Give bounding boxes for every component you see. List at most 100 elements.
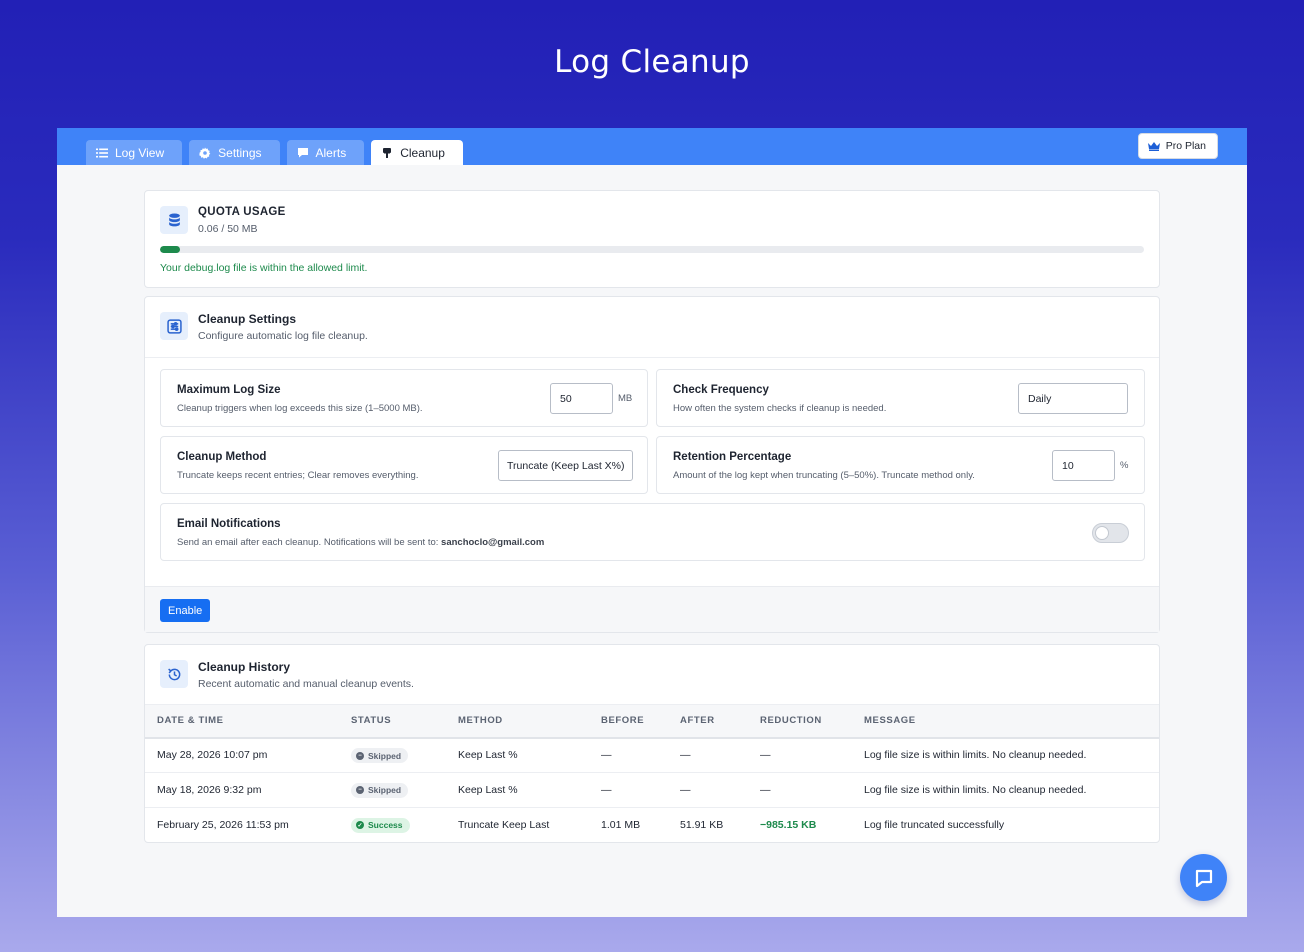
cell-message: Log file size is within limits. No clean… — [852, 772, 1159, 808]
cleanup-settings-card: Cleanup Settings Configure automatic log… — [144, 296, 1160, 633]
pro-plan-button[interactable]: Pro Plan — [1137, 133, 1218, 159]
database-icon — [160, 206, 188, 234]
cell-status: − Skipped — [339, 737, 446, 773]
cell-reduction: — — [748, 737, 852, 773]
retention-percentage-input[interactable]: 10 — [1052, 450, 1115, 481]
column-header: STATUS — [339, 704, 446, 739]
minus-icon: − — [356, 786, 364, 795]
cell-message: Log file size is within limits. No clean… — [852, 737, 1159, 773]
status-badge: − Skipped — [351, 782, 409, 798]
cell-before: — — [589, 772, 668, 808]
quota-usage: 0.06 / 50 MB — [198, 223, 258, 235]
cell-before: 1.01 MB — [601, 819, 641, 832]
cell-before: — — [589, 737, 668, 773]
setting-title: Maximum Log Size — [177, 384, 281, 396]
cleanup-history-title: Cleanup History — [198, 660, 291, 674]
cell-message: Log file truncated successfully — [864, 819, 1005, 832]
cell-method: Truncate Keep Last — [458, 819, 550, 832]
cell-date: May 18, 2026 9:32 pm — [145, 772, 339, 808]
crown-icon — [1147, 142, 1160, 151]
setting-title: Email Notifications — [177, 518, 281, 530]
check-frequency-setting: Check Frequency How often the system che… — [656, 369, 1145, 427]
tab-cleanup[interactable]: Cleanup — [371, 140, 463, 165]
tab-settings[interactable]: Settings — [189, 140, 280, 165]
cell-after: — — [668, 737, 748, 773]
setting-description: Truncate keeps recent entries; Clear rem… — [177, 470, 419, 481]
email-address: sanchoclo@gmail.com — [441, 537, 545, 548]
unit-label: MB — [618, 393, 633, 404]
cleanup-history-subtitle: Recent automatic and manual cleanup even… — [198, 678, 414, 690]
cell-after: 51.91 KB — [680, 819, 724, 832]
quota-progress-fill — [160, 246, 180, 253]
email-notifications-toggle[interactable] — [1092, 523, 1129, 543]
column-header: AFTER — [668, 704, 748, 739]
cleanup-settings-subtitle: Configure automatic log file cleanup. — [198, 330, 368, 342]
divider — [145, 357, 1159, 358]
cleanup-method-setting: Cleanup Method Truncate keeps recent ent… — [160, 436, 648, 494]
cell-status: ✓ Success — [339, 808, 446, 843]
max-log-size-setting: Maximum Log Size Cleanup triggers when l… — [160, 369, 648, 427]
cleanup-history-card: Cleanup History Recent automatic and man… — [144, 644, 1160, 843]
setting-description: Send an email after each cleanup. Notifi… — [177, 537, 544, 548]
cell-after: — — [668, 772, 748, 808]
pro-plan-label: Pro Plan — [1165, 140, 1206, 152]
settings-footer: Enable — [145, 586, 1159, 632]
list-icon — [96, 148, 108, 157]
tab-label: Log View — [115, 145, 165, 160]
setting-description: Amount of the log kept when truncating (… — [673, 470, 975, 481]
minus-icon: − — [356, 751, 364, 760]
table-row: February 25, 2026 11:53 pm ✓ Success Trun… — [145, 808, 1159, 843]
chat-icon — [297, 147, 308, 157]
column-header: MESSAGE — [852, 704, 1159, 739]
setting-title: Check Frequency — [673, 384, 769, 396]
tab-alerts[interactable]: Alerts — [286, 140, 365, 165]
history-table: DATE & TIME STATUS METHOD BEFORE AFTER R… — [145, 704, 1159, 843]
cell-date: February 25, 2026 11:53 pm — [157, 819, 289, 832]
email-description-text: Send an email after each cleanup. Notifi… — [177, 537, 439, 548]
status-badge: − Skipped — [351, 748, 409, 763]
tab-log-view[interactable]: Log View — [86, 140, 183, 165]
setting-description: How often the system checks if cleanup i… — [673, 403, 887, 414]
check-frequency-select[interactable]: Daily — [1018, 383, 1128, 414]
quota-title: QUOTA USAGE — [198, 206, 286, 218]
check-icon: ✓ — [356, 821, 364, 830]
app-window: Log View Settings Alerts Cleanup Pro Pla… — [57, 128, 1247, 917]
cell-reduction: — — [748, 772, 852, 808]
help-chat-button[interactable] — [1180, 854, 1227, 901]
table-row: May 28, 2026 10:07 pm − Skipped Keep Last… — [145, 737, 1159, 773]
max-log-size-input[interactable]: 50 — [550, 383, 613, 414]
history-icon — [160, 660, 188, 688]
cell-method: Keep Last % — [446, 737, 589, 773]
table-header-row: DATE & TIME STATUS METHOD BEFORE AFTER R… — [145, 704, 1159, 739]
gear-icon — [199, 147, 211, 159]
broom-icon — [383, 147, 392, 158]
setting-title: Retention Percentage — [673, 451, 792, 463]
column-header: METHOD — [446, 704, 589, 739]
page-hero-title: Log Cleanup — [554, 44, 750, 80]
chat-bubble-icon — [1195, 869, 1212, 887]
cleanup-method-select[interactable]: Truncate (Keep Last X%) — [498, 450, 633, 481]
enable-button[interactable]: Enable — [160, 599, 211, 622]
tab-label: Settings — [218, 145, 262, 160]
setting-description: Cleanup triggers when log exceeds this s… — [177, 403, 423, 414]
cell-date: May 28, 2026 10:07 pm — [145, 737, 339, 773]
status-badge: ✓ Success — [351, 817, 410, 833]
retention-percentage-setting: Retention Percentage Amount of the log k… — [656, 436, 1145, 494]
tab-label: Cleanup — [400, 145, 445, 160]
setting-title: Cleanup Method — [177, 451, 267, 463]
cell-status: − Skipped — [339, 772, 446, 808]
tab-bar: Log View Settings Alerts Cleanup Pro Pla… — [57, 128, 1247, 165]
cell-method: Keep Last % — [446, 772, 589, 808]
quota-status-message: Your debug.log file is within the allowe… — [160, 262, 368, 274]
column-header: DATE & TIME — [145, 704, 339, 739]
column-header: BEFORE — [589, 704, 668, 739]
quota-progress-bar — [160, 246, 1144, 253]
cell-reduction: −985.15 KB — [760, 819, 817, 832]
column-header: REDUCTION — [748, 704, 852, 739]
sliders-icon — [160, 312, 188, 340]
email-notifications-setting: Email Notifications Send an email after … — [160, 503, 1145, 561]
cleanup-settings-title: Cleanup Settings — [198, 312, 297, 326]
unit-label: % — [1120, 460, 1129, 471]
tab-label: Alerts — [315, 145, 347, 160]
quota-card: QUOTA USAGE 0.06 / 50 MB Your debug.log … — [144, 190, 1160, 288]
